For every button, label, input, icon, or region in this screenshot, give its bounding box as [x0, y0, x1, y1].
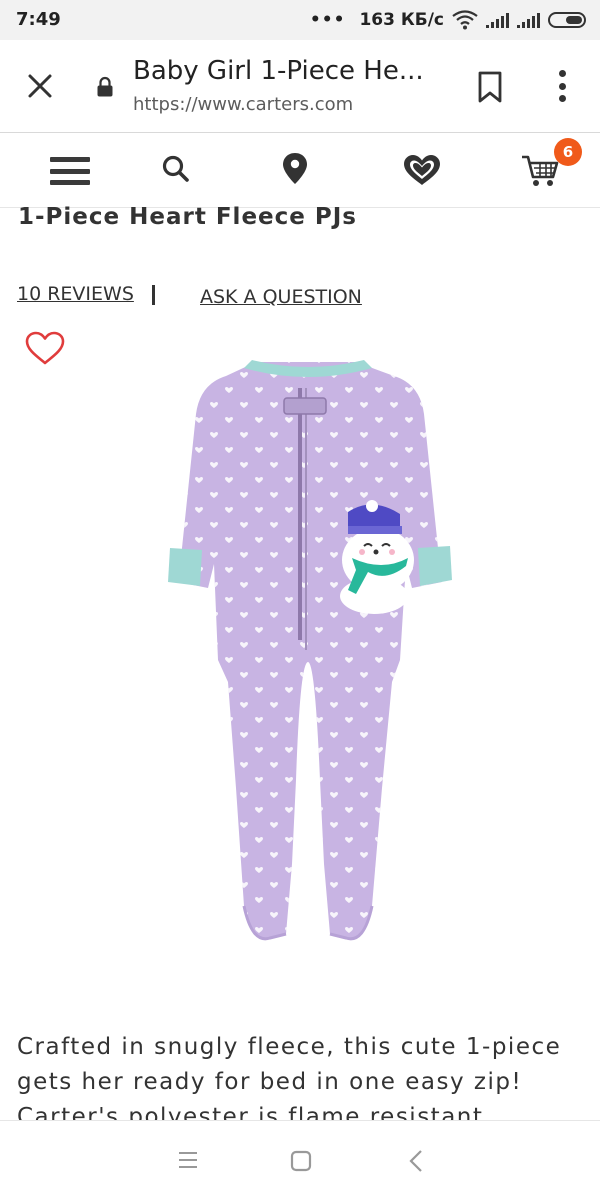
ask-question-link[interactable]: ASK A QUESTION: [200, 286, 362, 308]
browser-toolbar: Baby Girl 1-Piece He... https://www.cart…: [0, 40, 600, 133]
search-icon[interactable]: [161, 151, 191, 187]
heart-outline-icon[interactable]: [24, 330, 66, 366]
battery-icon: [548, 12, 586, 28]
more-options-button[interactable]: [552, 66, 572, 106]
signal-icon-2: [517, 12, 540, 28]
more-vert-icon: [558, 70, 566, 77]
status-indicators: ••• 163 КБ/с: [310, 8, 586, 32]
status-bar: 7:49 ••• 163 КБ/с: [0, 0, 600, 40]
location-pin-icon[interactable]: [281, 151, 309, 187]
home-square-icon[interactable]: [290, 1150, 312, 1172]
page-url[interactable]: https://www.carters.com: [133, 94, 353, 115]
cart-count-badge: 6: [554, 138, 582, 166]
heart-icon[interactable]: [402, 153, 442, 187]
hamburger-icon[interactable]: [50, 157, 90, 185]
bookmark-icon[interactable]: [476, 70, 504, 104]
status-time: 7:49: [16, 9, 61, 30]
product-description: Crafted in snugly fleece, this cute 1-pi…: [17, 1034, 562, 1120]
back-chevron-icon[interactable]: [408, 1149, 424, 1173]
menu-lines-icon[interactable]: [178, 1151, 198, 1169]
close-icon: [28, 74, 52, 98]
reviews-link[interactable]: 10 REVIEWS: [17, 283, 134, 305]
signal-icon: [486, 12, 509, 28]
product-title: 1-Piece Heart Fleece PJs: [18, 204, 357, 230]
close-button[interactable]: [22, 68, 58, 104]
cart-icon[interactable]: [520, 153, 560, 189]
page-title[interactable]: Baby Girl 1-Piece He...: [133, 56, 424, 86]
lock-icon: [97, 76, 113, 97]
data-rate: 163 КБ/с: [359, 10, 444, 30]
wifi-icon: [452, 10, 478, 30]
system-nav-bar: [0, 1120, 600, 1199]
status-dots: •••: [309, 10, 346, 30]
product-image[interactable]: [160, 350, 460, 956]
divider: [152, 285, 155, 305]
site-nav: 6: [0, 133, 600, 208]
